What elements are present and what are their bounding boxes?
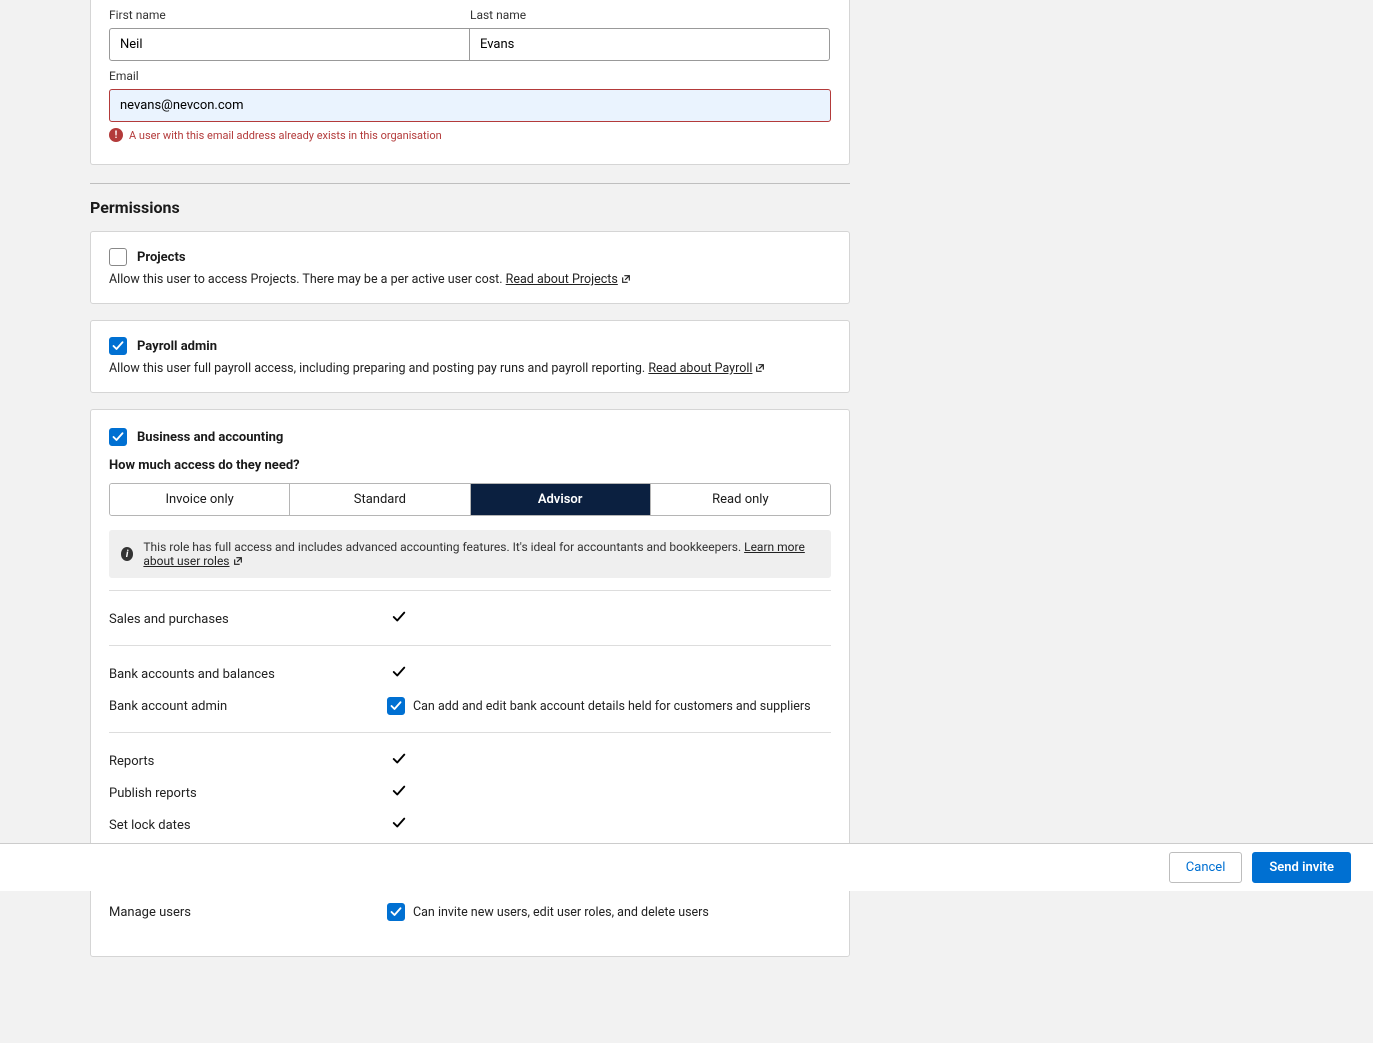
cancel-button[interactable]: Cancel (1169, 852, 1243, 883)
error-icon: ! (109, 128, 123, 142)
payroll-desc: Allow this user full payroll access, inc… (109, 361, 831, 376)
payroll-title: Payroll admin (137, 339, 217, 354)
external-link-icon (233, 556, 243, 566)
business-title: Business and accounting (137, 430, 283, 445)
info-icon: i (121, 547, 133, 561)
external-link-icon (621, 274, 631, 284)
email-label: Email (109, 69, 831, 83)
role-info: i This role has full access and includes… (109, 530, 831, 578)
external-link-icon (755, 363, 765, 373)
user-details-card: First name Last name Email ! A user with… (90, 0, 850, 165)
permissions-heading: Permissions (90, 198, 850, 217)
feature-group-reports: Reports Publish reports Set lock dates (109, 732, 831, 845)
access-question: How much access do they need? (109, 458, 831, 473)
last-name-input[interactable] (469, 28, 830, 61)
payroll-card: Payroll admin Allow this user full payro… (90, 320, 850, 393)
feature-sales-purchases: Sales and purchases (109, 612, 379, 627)
feature-bank-balances: Bank accounts and balances (109, 667, 379, 682)
check-icon (379, 610, 419, 628)
first-name-label: First name (109, 8, 470, 22)
business-checkbox[interactable] (109, 428, 127, 446)
check-icon (379, 665, 419, 683)
bank-admin-checkbox[interactable] (387, 697, 405, 715)
feature-manage-users: Manage users (109, 905, 379, 920)
feature-group-bank: Bank accounts and balances Bank account … (109, 645, 831, 726)
projects-desc: Allow this user to access Projects. Ther… (109, 272, 831, 287)
tab-read-only[interactable]: Read only (651, 484, 830, 515)
check-icon (379, 752, 419, 770)
tab-advisor[interactable]: Advisor (471, 484, 651, 515)
tab-standard[interactable]: Standard (290, 484, 470, 515)
check-icon (379, 816, 419, 834)
send-invite-button[interactable]: Send invite (1252, 852, 1351, 883)
last-name-label: Last name (470, 8, 831, 22)
projects-card: Projects Allow this user to access Proje… (90, 231, 850, 304)
bank-admin-desc: Can add and edit bank account details he… (413, 699, 811, 714)
feature-reports: Reports (109, 754, 379, 769)
check-icon (379, 784, 419, 802)
footer-bar: Cancel Send invite (0, 843, 1373, 891)
first-name-input[interactable] (109, 28, 470, 61)
payroll-checkbox[interactable] (109, 337, 127, 355)
section-divider (90, 183, 850, 184)
payroll-link[interactable]: Read about Payroll (648, 361, 765, 376)
email-input[interactable] (109, 89, 831, 122)
projects-checkbox[interactable] (109, 248, 127, 266)
projects-link[interactable]: Read about Projects (506, 272, 631, 287)
manage-users-checkbox[interactable] (387, 903, 405, 921)
feature-publish-reports: Publish reports (109, 786, 379, 801)
email-error: ! A user with this email address already… (109, 128, 831, 142)
manage-users-desc: Can invite new users, edit user roles, a… (413, 905, 709, 920)
feature-group-sales: Sales and purchases (109, 590, 831, 639)
email-error-text: A user with this email address already e… (129, 129, 442, 142)
role-segmented-control: Invoice only Standard Advisor Read only (109, 483, 831, 516)
projects-title: Projects (137, 250, 186, 265)
tab-invoice-only[interactable]: Invoice only (110, 484, 290, 515)
feature-bank-admin: Bank account admin (109, 699, 379, 714)
feature-set-lock-dates: Set lock dates (109, 818, 379, 833)
